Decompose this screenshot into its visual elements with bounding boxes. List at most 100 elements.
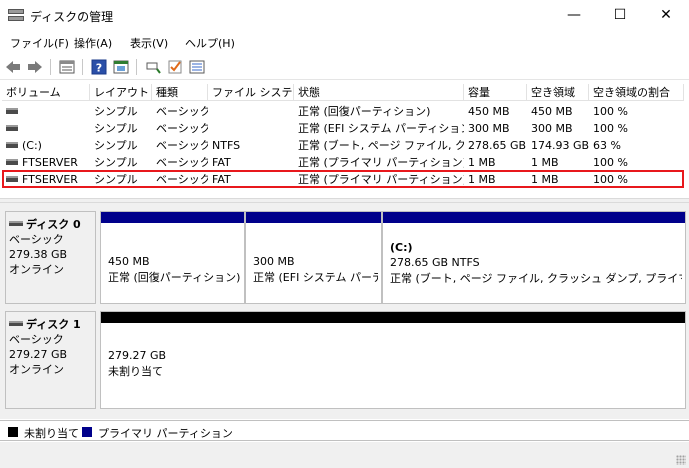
disk-graphical-view: ディスク 0 ベーシック 279.38 GB オンライン 450 MB 正常 (… [0,203,689,419]
status-cell: 正常 (ブート, ページ ファイル, クラ... [298,139,464,152]
layout-cell: シンプル [94,139,138,152]
back-arrow-icon[interactable] [4,58,22,76]
partition-c-drive[interactable]: (C:) 278.65 GB NTFS 正常 (ブート, ページ ファイル, ク… [382,211,686,304]
disk-state: オンライン [9,263,64,276]
volume-name: FTSERVER [22,156,78,169]
disk-icon [9,220,23,226]
disk-1-label[interactable]: ディスク 1 ベーシック 279.27 GB オンライン [5,311,96,409]
column-header-free-percent[interactable]: 空き領域の割合 [589,84,684,101]
disk-size: 279.38 GB [9,248,68,261]
type-cell: ベーシック [156,122,208,135]
volume-name-cell [2,121,90,137]
volume-icon [6,108,18,114]
svg-text:?: ? [96,62,102,75]
partition-status: 未割り当て [108,365,163,378]
disk-name: ディスク 0 [26,218,81,231]
type-cell: ベーシック [156,139,208,152]
volume-icon [6,142,18,148]
partition-unallocated[interactable]: 279.27 GB 未割り当て [100,311,686,409]
column-header-free-space[interactable]: 空き領域 [527,84,589,101]
volume-row[interactable]: シンプル ベーシック 正常 (EFI システム パーティション) 300 MB … [2,121,687,137]
volume-name-cell: FTSERVER [2,155,90,171]
capacity-cell: 1 MB [468,156,496,169]
title-bar: ディスクの管理 — ☐ ✕ [0,0,689,30]
menu-bar: ファイル(F) 操作(A) 表示(V) ヘルプ(H) [0,32,689,52]
free-cell: 1 MB [531,156,559,169]
column-header-capacity[interactable]: 容量 [464,84,527,101]
check-icon[interactable] [166,58,184,76]
layout-cell: シンプル [94,156,138,169]
percent-cell: 100 % [593,105,628,118]
legend-label-unallocated: 未割り当て [24,427,79,440]
menu-help[interactable]: ヘルプ(H) [185,35,235,51]
disk-type: ベーシック [9,333,64,346]
free-cell: 450 MB [531,105,573,118]
menu-file[interactable]: ファイル(F) [10,35,69,51]
forward-arrow-icon[interactable] [26,58,44,76]
menu-action[interactable]: 操作(A) [74,35,112,51]
partition-bar [383,212,685,223]
volume-row[interactable]: FTSERVER シンプル ベーシック FAT 正常 (プライマリ パーティショ… [2,155,687,171]
help-icon[interactable]: ? [90,58,108,76]
partition-size: 300 MB [253,255,295,268]
disk-0-label[interactable]: ディスク 0 ベーシック 279.38 GB オンライン [5,211,96,304]
volume-name-cell [2,104,90,120]
highlight-annotation-box [2,170,684,188]
percent-cell: 100 % [593,122,628,135]
legend-swatch-unallocated [8,427,18,437]
legend-label-primary: プライマリ パーティション [98,427,233,440]
menu-view[interactable]: 表示(V) [130,35,168,51]
capacity-cell: 300 MB [468,122,510,135]
filesystem-cell: FAT [212,156,231,169]
column-header-layout[interactable]: レイアウト [90,84,152,101]
partition-size: 450 MB [108,255,150,268]
volume-icon [6,159,18,165]
partition-status: 正常 (ブート, ページ ファイル, クラッシュ ダンプ, プライマリ パーテ [390,272,682,285]
type-cell: ベーシック [156,156,208,169]
volume-icon [6,125,18,131]
close-button[interactable]: ✕ [643,0,689,30]
minimize-button[interactable]: — [551,0,597,30]
list-view-icon[interactable] [58,58,76,76]
volume-name-cell: (C:) [2,138,90,154]
layout-cell: シンプル [94,105,138,118]
column-header-volume[interactable]: ボリューム [2,84,90,101]
column-header-type[interactable]: 種類 [152,84,208,101]
layout-cell: シンプル [94,122,138,135]
column-header-status[interactable]: 状態 [294,84,464,101]
legend: 未割り当て プライマリ パーティション [0,420,689,441]
disk-size: 279.27 GB [9,348,68,361]
disk-icon [9,320,23,326]
partition-title: (C:) [390,241,413,254]
disk-type: ベーシック [9,233,64,246]
partition-bar [246,212,381,223]
partition-efi[interactable]: 300 MB 正常 (EFI システム パーティ [245,211,382,304]
filesystem-cell [208,121,294,137]
filesystem-cell: NTFS [212,139,241,152]
properties-icon[interactable] [112,58,130,76]
volume-row[interactable]: シンプル ベーシック 正常 (回復パーティション) 450 MB 450 MB … [2,104,687,120]
free-cell: 174.93 GB [531,139,589,152]
toolbar-separator [136,59,137,75]
partition-bar [101,312,685,323]
partition-recovery[interactable]: 450 MB 正常 (回復パーティション) [100,211,245,304]
toolbar-separator [50,59,51,75]
disk-management-app-icon [8,9,24,21]
maximize-button[interactable]: ☐ [597,0,643,30]
partition-size: 278.65 GB NTFS [390,256,480,269]
volume-name: (C:) [22,139,42,152]
column-header-filesystem[interactable]: ファイル システム [208,84,294,101]
window-title: ディスクの管理 [30,10,114,24]
settings-icon[interactable] [188,58,206,76]
capacity-cell: 278.65 GB [468,139,527,152]
status-cell: 正常 (プライマリ パーティション) [298,156,464,169]
toolbar-separator [82,59,83,75]
filesystem-cell [208,104,294,120]
status-cell: 正常 (回復パーティション) [298,105,431,118]
volume-row[interactable]: (C:) シンプル ベーシック NTFS 正常 (ブート, ページ ファイル, … [2,138,687,154]
percent-cell: 63 % [593,139,621,152]
partition-status: 正常 (回復パーティション) [108,271,240,284]
connect-icon[interactable] [144,58,162,76]
resize-grip-icon[interactable] [676,455,686,465]
volume-list: ボリューム レイアウト 種類 ファイル システム 状態 容量 空き領域 空き領域… [2,84,687,196]
